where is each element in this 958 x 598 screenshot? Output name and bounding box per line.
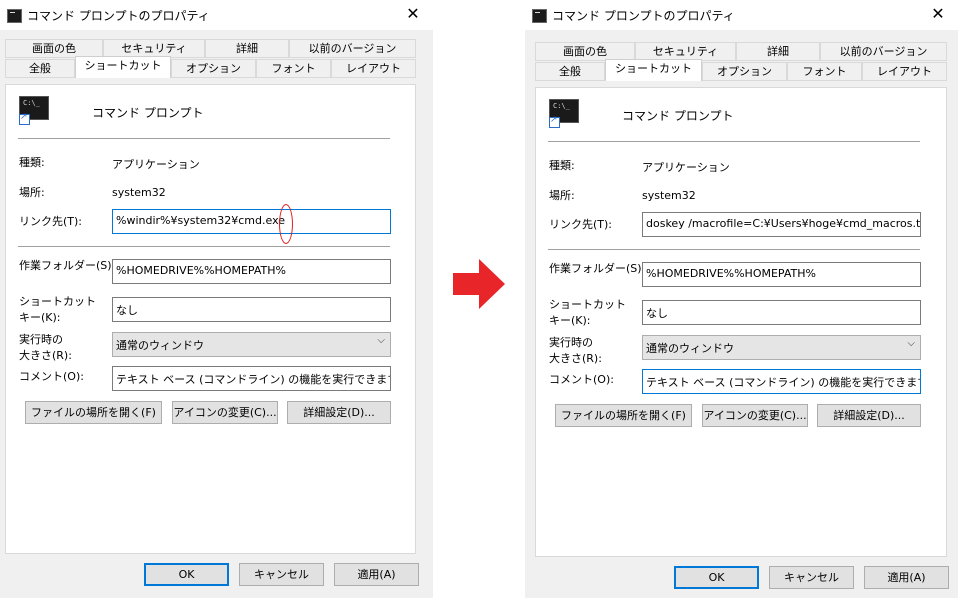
workdir-label: 作業フォルダー(S): (19, 259, 116, 272)
dialog-client-area: 画面の色 セキュリティ 詳細 以前のバージョン 全般 ショートカット オプション… (525, 30, 958, 598)
shortcut-tab-panel: コマンド プロンプト 種類: アプリケーション 場所: system32 リンク… (5, 84, 416, 554)
hotkey-label-line2: キー(K): (549, 314, 591, 327)
target-field[interactable]: doskey /macrofile=C:¥Users¥hoge¥cmd_macr… (642, 212, 921, 237)
ok-button[interactable]: OK (674, 566, 759, 589)
tab-shortcut[interactable]: ショートカット (605, 59, 702, 81)
hotkey-label-line1: ショートカット (19, 295, 96, 308)
tab-font[interactable]: フォント (256, 59, 331, 78)
tab-options[interactable]: オプション (171, 59, 256, 78)
ok-button[interactable]: OK (144, 563, 229, 586)
tab-options[interactable]: オプション (702, 62, 787, 81)
type-value: アプリケーション (642, 161, 730, 174)
tab-shortcut[interactable]: ショートカット (75, 56, 171, 78)
workdir-field[interactable]: %HOMEDRIVE%%HOMEPATH% (112, 259, 391, 284)
tab-layout[interactable]: レイアウト (331, 59, 416, 78)
target-label: リンク先(T): (19, 215, 83, 228)
run-size-select[interactable]: 通常のウィンドウ ⌵ (642, 335, 921, 360)
divider (18, 246, 390, 247)
run-label-line1: 実行時の (19, 333, 63, 346)
change-icon-button[interactable]: アイコンの変更(C)... (172, 401, 278, 424)
target-label: リンク先(T): (549, 218, 613, 231)
red-right-arrow-icon (453, 259, 505, 309)
location-label: 場所: (549, 189, 575, 202)
tab-font[interactable]: フォント (787, 62, 862, 81)
apply-button[interactable]: 適用(A) (334, 563, 419, 586)
open-location-button[interactable]: ファイルの場所を開く(F) (25, 401, 162, 424)
hotkey-label-line2: キー(K): (19, 311, 61, 324)
tab-previous-versions[interactable]: 以前のバージョン (289, 39, 416, 58)
target-field[interactable]: %windir%¥system32¥cmd.exe (112, 209, 391, 234)
properties-dialog-after: コマンド プロンプトのプロパティ ✕ 画面の色 セキュリティ 詳細 以前のバージ… (525, 0, 958, 598)
close-button[interactable]: ✕ (398, 0, 428, 28)
properties-dialog-before: コマンド プロンプトのプロパティ ✕ 画面の色 セキュリティ 詳細 以前のバージ… (0, 0, 433, 598)
run-size-value: 通常のウィンドウ (116, 339, 204, 352)
type-label: 種類: (549, 159, 575, 172)
cancel-button[interactable]: キャンセル (239, 563, 324, 586)
type-label: 種類: (19, 156, 45, 169)
title-bar: コマンド プロンプトのプロパティ ✕ (0, 0, 433, 30)
type-value: アプリケーション (112, 158, 200, 171)
close-icon: ✕ (406, 4, 420, 23)
cancel-button[interactable]: キャンセル (769, 566, 854, 589)
comment-field[interactable]: テキスト ベース (コマンドライン) の機能を実行できます。 (112, 366, 391, 391)
apply-button[interactable]: 適用(A) (864, 566, 949, 589)
app-name: コマンド プロンプト (622, 109, 734, 123)
divider (18, 138, 390, 139)
console-app-icon (7, 9, 22, 23)
shortcut-tab-panel: コマンド プロンプト 種類: アプリケーション 場所: system32 リンク… (535, 87, 947, 557)
dialog-client-area: 画面の色 セキュリティ 詳細 以前のバージョン 全般 ショートカット オプション… (0, 30, 433, 598)
comment-field[interactable]: テキスト ベース (コマンドライン) の機能を実行できます。 (642, 369, 921, 394)
run-size-select[interactable]: 通常のウィンドウ ⌵ (112, 332, 391, 357)
close-button[interactable]: ✕ (923, 0, 953, 28)
shortcut-overlay-icon (19, 112, 30, 125)
tab-general[interactable]: 全般 (5, 59, 75, 78)
comment-label: コメント(O): (549, 373, 614, 386)
advanced-button[interactable]: 詳細設定(D)... (817, 404, 921, 427)
run-label-line2: 大きさ(R): (549, 352, 602, 365)
hotkey-field[interactable]: なし (112, 297, 391, 322)
open-location-button[interactable]: ファイルの場所を開く(F) (555, 404, 692, 427)
hotkey-field[interactable]: なし (642, 300, 921, 325)
shortcut-overlay-icon (549, 115, 560, 128)
tab-details[interactable]: 詳細 (205, 39, 289, 58)
run-size-value: 通常のウィンドウ (646, 342, 734, 355)
hotkey-label-line1: ショートカット (549, 298, 626, 311)
change-icon-button[interactable]: アイコンの変更(C)... (702, 404, 808, 427)
run-label-line2: 大きさ(R): (19, 349, 72, 362)
window-title: コマンド プロンプトのプロパティ (27, 9, 210, 23)
divider (548, 249, 920, 250)
title-bar: コマンド プロンプトのプロパティ ✕ (525, 0, 958, 30)
tab-layout[interactable]: レイアウト (862, 62, 947, 81)
advanced-button[interactable]: 詳細設定(D)... (287, 401, 391, 424)
workdir-field[interactable]: %HOMEDRIVE%%HOMEPATH% (642, 262, 921, 287)
tab-previous-versions[interactable]: 以前のバージョン (820, 42, 947, 61)
location-label: 場所: (19, 186, 45, 199)
app-name: コマンド プロンプト (92, 106, 204, 120)
comment-value: テキスト ベース (コマンドライン) の機能を実行できます。 (646, 376, 921, 389)
comment-label: コメント(O): (19, 370, 84, 383)
chevron-down-icon: ⌵ (377, 335, 385, 346)
close-icon: ✕ (931, 4, 945, 23)
workdir-label: 作業フォルダー(S): (549, 262, 646, 275)
console-app-icon (532, 9, 547, 23)
window-title: コマンド プロンプトのプロパティ (552, 9, 735, 23)
chevron-down-icon: ⌵ (907, 338, 915, 349)
tab-details[interactable]: 詳細 (736, 42, 820, 61)
location-value: system32 (642, 189, 696, 202)
red-ellipse-annotation (279, 204, 293, 244)
divider (548, 141, 920, 142)
location-value: system32 (112, 186, 166, 199)
run-label-line1: 実行時の (549, 336, 593, 349)
tab-general[interactable]: 全般 (535, 62, 605, 81)
